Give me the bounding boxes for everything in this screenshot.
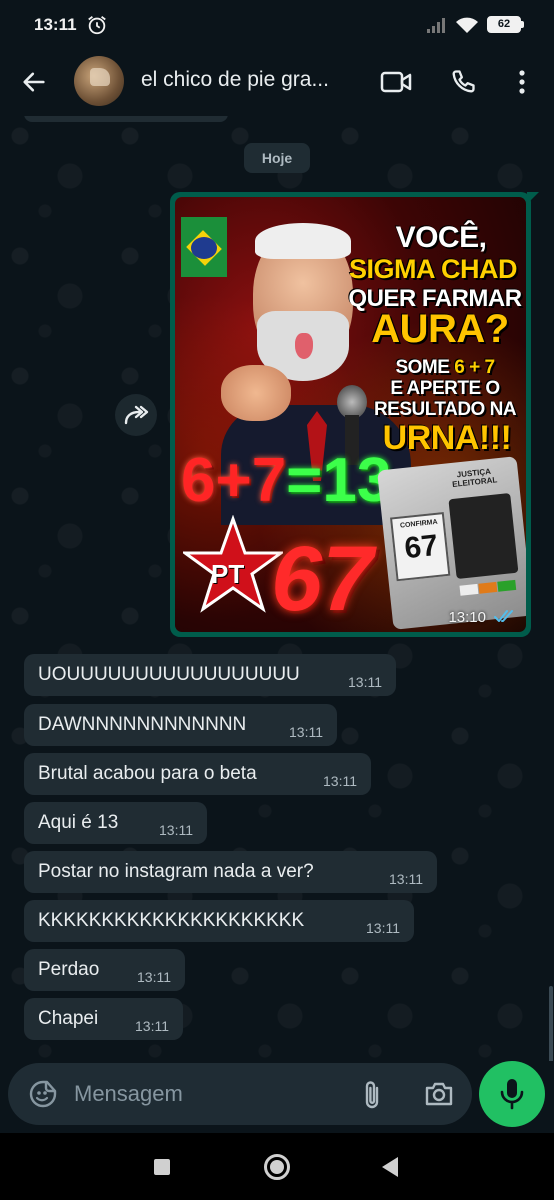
urna-screen: CONFIRMA 67 (389, 512, 451, 582)
message-input[interactable] (74, 1077, 344, 1111)
home-button[interactable] (264, 1154, 290, 1180)
system-back-button[interactable] (382, 1157, 398, 1177)
party-label: PT (211, 559, 245, 589)
politician-figure (211, 215, 411, 525)
party-number: 67 (271, 528, 374, 630)
message-time: 13:11 (137, 969, 171, 985)
video-call-icon[interactable] (380, 68, 412, 96)
message-bubble[interactable]: Brutal acabou para o beta 13:11 (24, 753, 371, 795)
contact-name[interactable]: el chico de pie gra... (141, 68, 356, 92)
message-bubble[interactable]: DAWNNNNNNNNNNNN 13:11 (24, 704, 337, 746)
message-time: 13:11 (389, 871, 423, 887)
attach-icon[interactable] (360, 1079, 384, 1111)
chat-area[interactable]: Hoje VOCÊ, SIGMA CHAD QUER FARMAR AURA? … (0, 116, 554, 1061)
message-bubble[interactable]: Aqui é 13 13:11 (24, 802, 207, 844)
poster-line-2: SIGMA CHAD (349, 254, 518, 284)
message-bubble[interactable]: Postar no instagram nada a ver? 13:11 (24, 851, 437, 893)
microphone-icon (500, 1079, 524, 1110)
camera-icon[interactable] (424, 1080, 454, 1108)
poster-line-6: E APERTE O (390, 378, 500, 399)
message-time: 13:11 (159, 822, 193, 838)
poster-line-4: AURA? (371, 307, 509, 351)
voice-message-button[interactable] (479, 1061, 545, 1127)
poster-equation: 6+7=13 (181, 445, 411, 525)
message-text: Aqui é 13 (38, 812, 119, 833)
recent-apps-button[interactable] (154, 1159, 170, 1175)
message-time: 13:11 (135, 1018, 169, 1034)
status-time: 13:11 (34, 15, 77, 34)
image-message-time: 13:10 (448, 609, 486, 626)
voting-machine: JUSTIÇA ELEITORAL CONFIRMA 67 (377, 456, 526, 630)
date-chip: Hoje (244, 143, 310, 173)
message-bubble[interactable]: Perdao 13:11 (24, 949, 185, 991)
hair (255, 223, 351, 259)
message-bubble[interactable]: KKKKKKKKKKKKKKKKKKKKK 13:11 (24, 900, 414, 942)
status-bar: 13:11 62 (0, 0, 554, 50)
poster-line-5: SOME 6 + 7 (365, 357, 525, 379)
message-bubble[interactable]: Chapei 13:11 (24, 998, 183, 1040)
message-text: Brutal acabou para o beta (38, 763, 257, 784)
sticker-emoji-icon[interactable] (28, 1079, 58, 1109)
message-text: UOUUUUUUUUUUUUUUUUU (38, 664, 300, 685)
equation-left: 6+7 (181, 446, 287, 515)
poster-line-5-accent: 6 + 7 (454, 357, 495, 378)
urna-number: 67 (402, 528, 440, 566)
message-text: DAWNNNNNNNNNNNN (38, 714, 247, 735)
message-text: Perdao (38, 959, 100, 980)
more-options-icon[interactable] (512, 68, 532, 96)
previous-message-edge (24, 116, 228, 122)
message-time: 13:11 (323, 773, 357, 789)
back-arrow-icon[interactable] (20, 68, 48, 96)
wifi-icon (456, 17, 478, 33)
tongue (295, 333, 313, 359)
urna-keypad (448, 492, 519, 580)
poster-line-7: RESULTADO NA (373, 399, 517, 420)
message-time: 13:11 (366, 920, 400, 936)
message-time: 13:11 (348, 674, 382, 690)
read-receipt-icon (494, 610, 513, 622)
system-navigation-bar (0, 1133, 554, 1200)
message-text: Postar no instagram nada a ver? (38, 861, 314, 882)
message-text: Chapei (38, 1008, 99, 1029)
microphone-head (337, 385, 367, 419)
poster-line-1: VOCÊ, (395, 221, 487, 254)
forward-icon (124, 405, 149, 425)
battery-tip (521, 21, 524, 28)
alarm-icon (88, 16, 106, 35)
message-time: 13:11 (289, 724, 323, 740)
message-bubble[interactable]: UOUUUUUUUUUUUUUUUUU 13:11 (24, 654, 396, 696)
message-composer (8, 1063, 472, 1125)
forward-button[interactable] (115, 394, 157, 436)
battery-indicator: 62 (487, 16, 521, 33)
input-bar (0, 1061, 554, 1133)
scrollbar[interactable] (549, 986, 553, 1061)
phone-icon[interactable] (449, 68, 477, 96)
equation-equals: = (286, 446, 323, 515)
image-message[interactable]: VOCÊ, SIGMA CHAD QUER FARMAR AURA? SOME … (170, 192, 539, 637)
shared-image[interactable]: VOCÊ, SIGMA CHAD QUER FARMAR AURA? SOME … (175, 197, 526, 632)
urna-buttons (459, 577, 520, 597)
chat-header: el chico de pie gra... (0, 50, 554, 116)
poster-line-5-prefix: SOME (395, 357, 455, 378)
pointing-hand (221, 365, 291, 421)
message-text: KKKKKKKKKKKKKKKKKKKKK (38, 910, 305, 931)
urna-label: JUSTIÇA ELEITORAL (451, 466, 498, 489)
signal-icon (427, 18, 445, 33)
contact-avatar[interactable] (74, 56, 124, 106)
